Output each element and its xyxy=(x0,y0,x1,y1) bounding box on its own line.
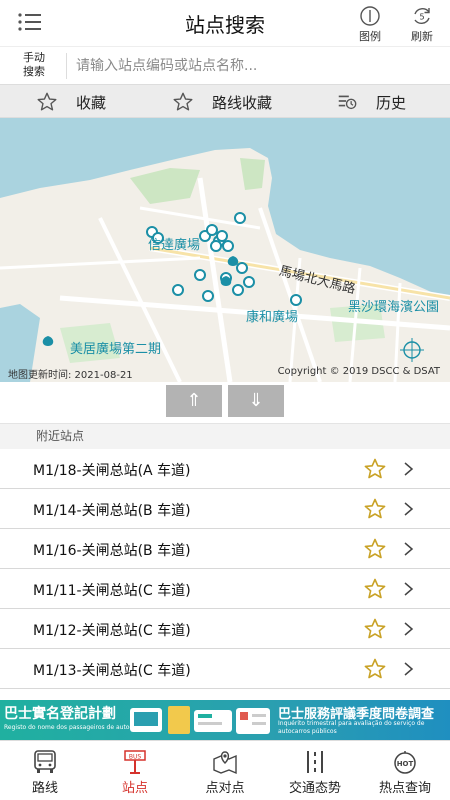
star-outline-icon[interactable] xyxy=(363,657,387,681)
list-item[interactable]: M1/14-关闸总站(B 车道) xyxy=(0,489,450,529)
map-label: 康和廣場 xyxy=(246,310,299,325)
legend-button[interactable]: 图例 xyxy=(352,5,388,44)
star-outline-icon[interactable] xyxy=(363,617,387,641)
stop-name: M1/11-关闸总站(C 车道) xyxy=(33,583,191,599)
chevron-right-icon xyxy=(404,622,414,636)
nearby-stops-header: 附近站点 xyxy=(0,423,450,449)
stop-name: M1/16-关闸总站(B 车道) xyxy=(33,543,191,559)
nearby-stops-list: M1/18-关闸总站(A 车道) M1/14-关闸总站(B 车道) M1/16-… xyxy=(0,449,450,689)
chevron-right-icon xyxy=(404,542,414,556)
map-canvas xyxy=(0,118,450,382)
map-pin-icon xyxy=(213,751,237,775)
promo-banner[interactable]: 巴士實名登記計劃 Registo do nome dos passageiros… xyxy=(0,700,450,740)
nav-routes-label: 路线 xyxy=(31,781,58,796)
chevron-right-icon xyxy=(404,662,414,676)
chevron-right-icon xyxy=(404,582,414,596)
nav-traffic-label: 交通态势 xyxy=(288,781,341,796)
map-label: 美居廣場第二期 xyxy=(70,342,162,357)
map-label: 信達廣場 xyxy=(148,238,201,253)
nav-point-to-point-label: 点对点 xyxy=(205,781,245,796)
nav-routes[interactable]: 路线 xyxy=(0,741,90,800)
tab-favorites-label: 收藏 xyxy=(76,93,107,112)
legend-label: 图例 xyxy=(359,30,381,43)
star-outline-icon xyxy=(173,92,193,111)
scroll-up-button[interactable]: ⇑ xyxy=(166,385,222,417)
scroll-down-button[interactable]: ⇓ xyxy=(228,385,284,417)
map-update-time: 地图更新时间: 2021-08-21 xyxy=(8,370,133,381)
refresh-label: 刷新 xyxy=(411,30,433,43)
list-item[interactable]: M1/18-关闸总站(A 车道) xyxy=(0,449,450,489)
bottom-navigation: 路线 BUS 站点 点对点 交通态势 HOT 热点查询 xyxy=(0,740,450,800)
star-outline-icon[interactable] xyxy=(363,497,387,521)
tab-favorites[interactable]: 收藏 xyxy=(36,85,106,119)
nav-stops-label: 站点 xyxy=(121,781,148,796)
star-outline-icon xyxy=(37,92,57,111)
banner-left-title: 巴士實名登記計劃 xyxy=(4,706,116,722)
favorites-tabs: 收藏 路线收藏 历史 xyxy=(0,84,450,118)
list-item[interactable]: M1/12-关闸总站(C 车道) xyxy=(0,609,450,649)
star-outline-icon[interactable] xyxy=(363,457,387,481)
info-icon xyxy=(360,6,380,26)
stop-name: M1/12-关闸总站(C 车道) xyxy=(33,623,191,639)
hot-icon: HOT xyxy=(394,751,416,774)
bus-stop-icon: BUS xyxy=(124,750,146,774)
tab-history-label: 历史 xyxy=(376,93,407,112)
list-item[interactable]: M1/16-关闸总站(B 车道) xyxy=(0,529,450,569)
history-icon xyxy=(338,95,357,110)
tab-history[interactable]: 历史 xyxy=(336,85,406,119)
map-label: 黑沙環海濱公園 xyxy=(348,300,440,315)
refresh-icon: 5 xyxy=(414,8,430,24)
nav-hot-query-label: 热点查询 xyxy=(378,781,431,796)
tab-route-favorites-label: 路线收藏 xyxy=(212,93,273,112)
search-input[interactable] xyxy=(76,51,436,81)
search-divider xyxy=(66,53,67,79)
bus-icon xyxy=(34,750,56,773)
stop-name: M1/14-关闸总站(B 车道) xyxy=(33,503,191,519)
map-copyright: Copyright © 2019 DSCC & DSAT xyxy=(277,366,440,377)
search-bar: 手动 搜索 xyxy=(0,46,450,84)
nav-traffic[interactable]: 交通态势 xyxy=(270,741,360,800)
refresh-count: 5 xyxy=(419,13,424,22)
traffic-icon xyxy=(307,751,323,773)
list-item[interactable]: M1/11-关闸总站(C 车道) xyxy=(0,569,450,609)
star-outline-icon[interactable] xyxy=(363,537,387,561)
stop-name: M1/13-关闸总站(C 车道) xyxy=(33,663,191,679)
map-view[interactable]: 信達廣場 馬場北大馬路 黑沙環海濱公園 康和廣場 美居廣場第二期 地图更新时间:… xyxy=(0,118,450,382)
svg-text:BUS: BUS xyxy=(129,754,142,761)
nav-hot-query[interactable]: HOT 热点查询 xyxy=(360,741,450,800)
list-item[interactable]: M1/13-关闸总站(C 车道) xyxy=(0,649,450,689)
app-header: 站点搜索 图例 5 刷新 xyxy=(0,0,450,46)
banner-left-subtitle: Registo do nome dos passageiros de autoc… xyxy=(4,724,145,731)
chevron-right-icon xyxy=(404,502,414,516)
star-outline-icon[interactable] xyxy=(363,577,387,601)
stop-name: M1/18-关闸总站(A 车道) xyxy=(33,463,191,479)
chevron-right-icon xyxy=(404,462,414,476)
banner-right-subtitle: Inquérito trimestral para avaliação do s… xyxy=(278,720,425,735)
refresh-button[interactable]: 5 刷新 xyxy=(404,5,440,44)
nav-point-to-point[interactable]: 点对点 xyxy=(180,741,270,800)
nav-stops[interactable]: BUS 站点 xyxy=(90,741,180,800)
svg-text:HOT: HOT xyxy=(397,760,414,768)
manual-search-button[interactable]: 手动 搜索 xyxy=(14,51,54,79)
tab-route-favorites[interactable]: 路线收藏 xyxy=(172,85,272,119)
banner-illustration-icon xyxy=(130,706,270,734)
